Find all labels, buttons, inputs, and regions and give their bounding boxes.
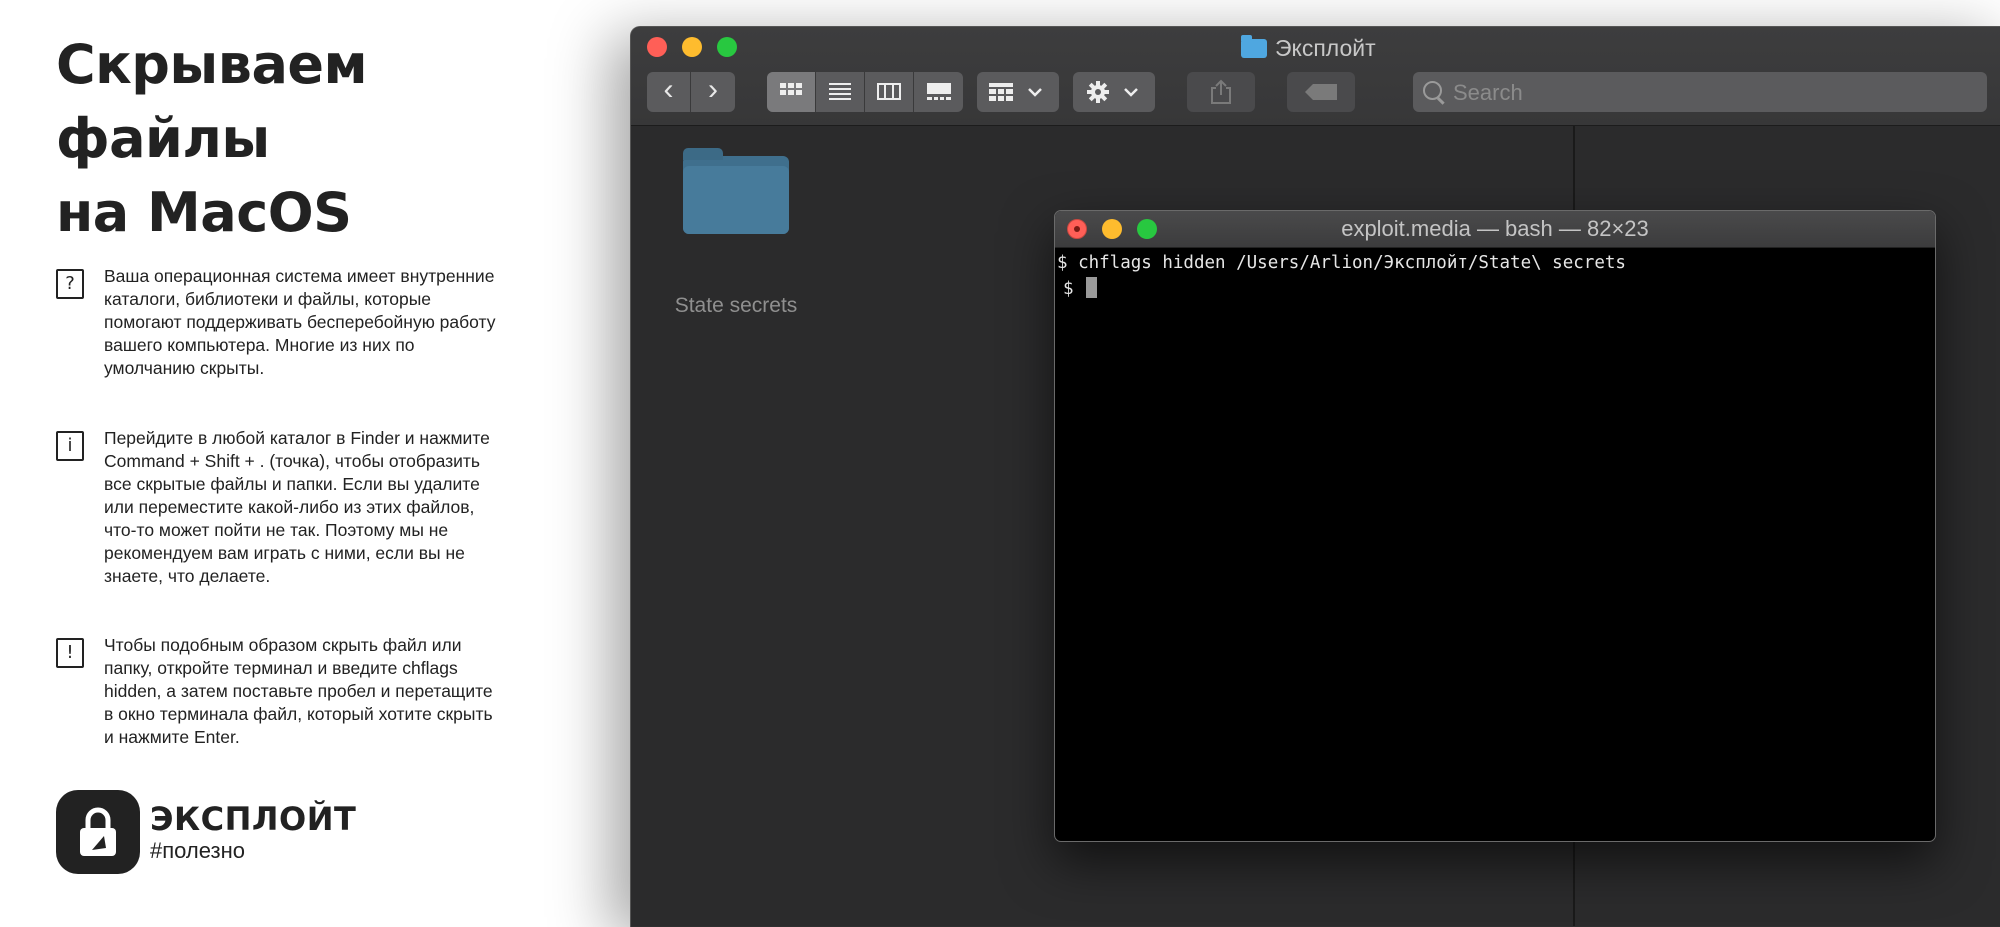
forward-button[interactable]: › (691, 72, 735, 112)
action-button[interactable] (1073, 72, 1155, 112)
terminal-prompt-line: $ (1063, 277, 1098, 299)
tag-icon (1305, 84, 1337, 100)
search-icon (1423, 81, 1442, 100)
zoom-button[interactable] (717, 37, 737, 57)
view-switcher (767, 72, 963, 112)
search-placeholder: Search (1453, 80, 1523, 105)
exclamation-icon: ! (56, 638, 84, 668)
tag-button[interactable] (1287, 72, 1355, 112)
group-grid-icon (989, 83, 1042, 101)
finder-toolbar: Эксплойт ‹ › Search (631, 27, 2000, 126)
share-icon (1211, 79, 1231, 104)
headline-line-2: файлы (56, 107, 270, 170)
folder-icon[interactable] (683, 148, 789, 234)
headline-line-1: Скрываем (56, 33, 368, 96)
terminal-titlebar[interactable]: exploit.media — bash — 82×23 (1055, 211, 1935, 248)
finder-title: Эксплойт (1241, 35, 1376, 62)
columns-icon (877, 83, 901, 100)
gear-icon (1087, 81, 1138, 103)
brand-name: ЭКСПЛОЙТ (150, 800, 357, 838)
search-field[interactable]: Search (1413, 72, 1987, 112)
info-icon: i (56, 431, 84, 461)
folder-icon (1241, 35, 1267, 58)
tip-text: Ваша операционная система имеет внутренн… (104, 266, 496, 378)
share-button[interactable] (1187, 72, 1255, 112)
tip-text: Перейдите в любой каталог в Finder и наж… (104, 428, 490, 586)
terminal-prompt: $ (1063, 279, 1085, 299)
minimize-button[interactable] (682, 37, 702, 57)
brand-tag: #полезно (150, 838, 245, 863)
group-by-button[interactable] (977, 72, 1059, 112)
grid-icon (780, 83, 802, 95)
brand-logo (56, 790, 140, 874)
headline-line-3: на MacOS (56, 181, 352, 244)
list-icon (829, 83, 851, 100)
terminal-title: exploit.media — bash — 82×23 (1341, 216, 1649, 241)
back-button[interactable]: ‹ (647, 72, 691, 112)
column-view-button[interactable] (865, 72, 914, 112)
close-button[interactable] (647, 37, 667, 57)
nav-buttons: ‹ › (647, 72, 735, 112)
folder-label[interactable]: State secrets (661, 294, 811, 318)
tip-text: Чтобы подобным образом скрыть файл или п… (104, 635, 493, 747)
icon-view-button[interactable] (767, 72, 816, 112)
terminal-command-line: $ chflags hidden /Users/Arlion/Эксплойт/… (1057, 253, 1626, 273)
gallery-icon (926, 83, 951, 100)
gallery-view-button[interactable] (914, 72, 963, 112)
lock-icon (80, 807, 116, 856)
finder-title-text: Эксплойт (1275, 35, 1376, 61)
terminal-cursor (1086, 277, 1098, 298)
headline: Скрываем файлы на MacOS (56, 28, 368, 250)
question-icon: ? (56, 269, 84, 299)
list-view-button[interactable] (816, 72, 865, 112)
terminal-window[interactable]: exploit.media — bash — 82×23 $ chflags h… (1054, 210, 1936, 842)
